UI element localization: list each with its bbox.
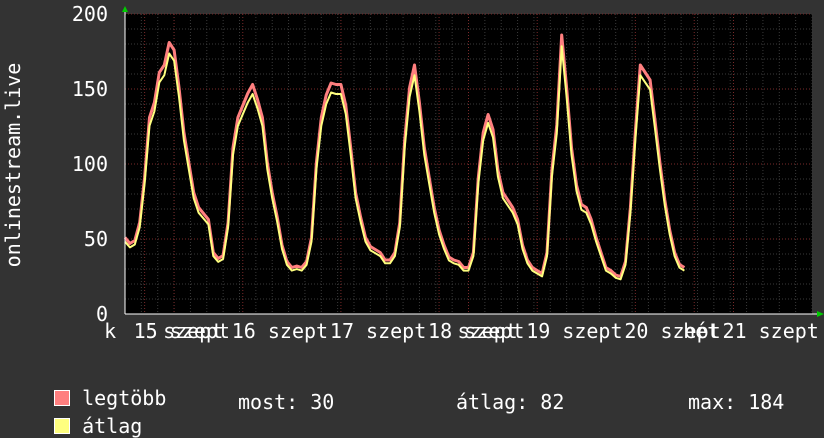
x-tick-label: 19 szept (526, 319, 622, 343)
legend-label-avg: átlag (82, 414, 143, 438)
y-axis-arrow-icon (122, 6, 128, 12)
stat-now: most: 30 (238, 390, 335, 414)
y-tick-label: 100 (72, 152, 108, 176)
x-tick-label: szept (458, 319, 518, 343)
stat-avg: átlag: 82 (456, 390, 565, 414)
y-tick-label: 150 (72, 77, 108, 101)
y-axis-label: onlinestream.live (1, 63, 25, 268)
legend-swatch-avg (54, 418, 71, 434)
x-axis-arrow-icon (817, 311, 824, 317)
x-tick-label: k (104, 319, 116, 343)
stat-max: max: 184 (688, 390, 785, 414)
y-tick-label: 50 (84, 227, 108, 251)
legend-item-avg: átlag (30, 390, 142, 438)
x-tick-label: szept (163, 319, 223, 343)
y-tick-label: 200 (72, 2, 108, 26)
x-tick-label: 21 szept (722, 319, 818, 343)
x-tick-label: 16 szept (232, 319, 328, 343)
x-tick-label: 17 szept (330, 319, 426, 343)
x-tick-label: hét (683, 319, 719, 343)
